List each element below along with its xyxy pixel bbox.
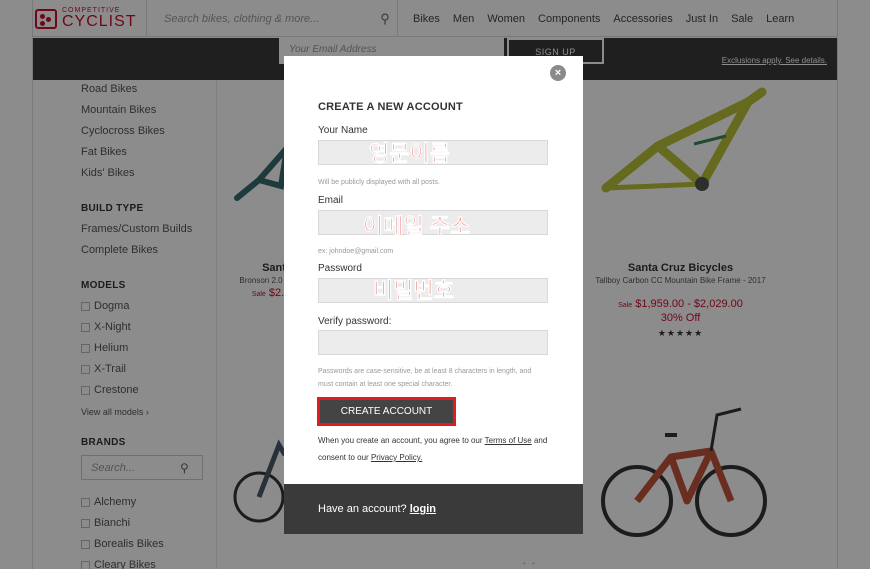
annotation-password: 비밀번호 [373, 278, 455, 304]
email-hint: ex: johndoe@gmail.com [318, 248, 394, 255]
verify-password-label: Verify password: [318, 316, 392, 327]
create-account-highlight: CREATE ACCOUNT [317, 397, 456, 426]
privacy-link[interactable]: Privacy Policy. [371, 453, 422, 462]
terms-link[interactable]: Terms of Use [485, 436, 532, 445]
annotation-name: 영문이름 [369, 141, 451, 167]
modal-title: CREATE A NEW ACCOUNT [318, 101, 463, 113]
modal-footer: Have an account? login [284, 484, 583, 534]
terms-text: When you create an account, you agree to… [318, 432, 548, 466]
create-account-modal: × CREATE A NEW ACCOUNT Your Name 영문이름 Wi… [284, 56, 583, 534]
name-label: Your Name [318, 125, 368, 136]
name-hint: Will be publicly displayed with all post… [318, 179, 440, 186]
close-icon[interactable]: × [550, 65, 566, 81]
create-account-button[interactable]: CREATE ACCOUNT [320, 400, 453, 423]
password-hint: Passwords are case-sensitive, be at leas… [318, 368, 532, 388]
login-link[interactable]: login [410, 503, 436, 515]
have-account-label: Have an account? [318, 503, 407, 515]
password-label: Password [318, 263, 362, 274]
verify-password-field[interactable] [318, 330, 548, 355]
terms-pre: When you create an account, you agree to… [318, 436, 483, 445]
email-label: Email [318, 195, 344, 206]
have-account-text: Have an account? login [318, 503, 436, 515]
annotation-email: 이메일 주소 [363, 214, 471, 240]
